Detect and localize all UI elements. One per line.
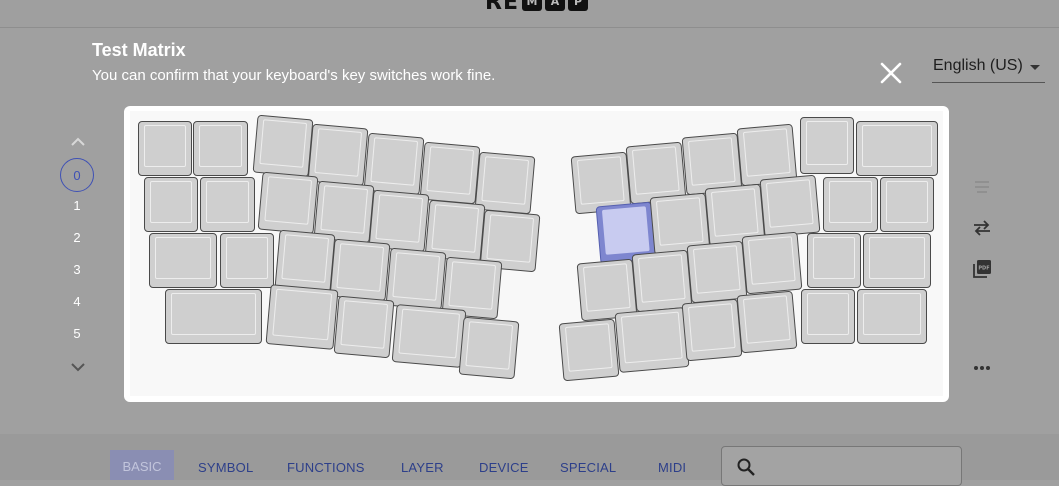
category-tab-basic[interactable]: BASIC — [110, 450, 174, 480]
swap-icon[interactable] — [972, 218, 992, 238]
key-right-r1c5[interactable] — [800, 117, 854, 174]
top-app-bar: RE M A P — [0, 0, 1059, 28]
layer-3-button[interactable]: 3 — [60, 253, 94, 287]
close-icon[interactable] — [876, 58, 906, 88]
key-left-r1c1[interactable] — [138, 121, 192, 176]
key-right-r3c6[interactable] — [863, 233, 931, 288]
key-left-r4c4[interactable] — [391, 304, 467, 368]
key-left-r3c4[interactable] — [329, 238, 391, 302]
keycode-search-field[interactable] — [721, 446, 962, 486]
more-icon[interactable] — [972, 358, 992, 378]
key-left-r3c5[interactable] — [385, 247, 447, 311]
pdf-icon[interactable]: PDF — [972, 259, 992, 279]
keycode-category-bar: BASIC SYMBOL FUNCTIONS LAYER DEVICE SPEC… — [0, 434, 1059, 486]
category-tab-device[interactable]: DEVICE — [479, 460, 529, 475]
key-left-r3c2[interactable] — [220, 233, 274, 288]
category-tab-special[interactable]: SPECIAL — [560, 460, 616, 475]
key-right-r4c5[interactable] — [801, 289, 855, 344]
logo-prefix: RE — [485, 0, 519, 15]
keyboard-panel — [124, 106, 949, 402]
caret-down-icon — [1030, 65, 1040, 70]
dialog-subtitle: You can confirm that your keyboard's key… — [92, 67, 496, 84]
language-select-value: English (US) — [933, 57, 1023, 74]
chevron-up-icon[interactable] — [68, 132, 88, 152]
chevron-down-icon[interactable] — [68, 357, 88, 377]
layer-1-button[interactable]: 1 — [60, 189, 94, 223]
key-right-r3c4[interactable] — [741, 231, 803, 295]
key-left-r4c3[interactable] — [333, 295, 395, 359]
category-tab-layer[interactable]: LAYER — [401, 460, 444, 475]
key-left-r4c1[interactable] — [165, 289, 262, 344]
layer-4-button[interactable]: 4 — [60, 285, 94, 319]
key-left-r1c3[interactable] — [252, 114, 314, 178]
key-left-r1c6[interactable] — [419, 141, 481, 205]
key-left-r1c2[interactable] — [193, 121, 248, 176]
category-tab-symbol[interactable]: SYMBOL — [198, 460, 253, 475]
key-right-r4c2[interactable] — [614, 307, 690, 373]
key-left-r3c1[interactable] — [149, 233, 217, 288]
key-right-r3c3[interactable] — [686, 240, 748, 304]
hamburger-icon[interactable] — [972, 177, 992, 197]
category-tab-functions[interactable]: FUNCTIONS — [287, 460, 365, 475]
dialog-title: Test Matrix — [92, 40, 186, 60]
key-left-r2c1[interactable] — [144, 177, 198, 232]
svg-text:PDF: PDF — [978, 266, 989, 272]
key-right-r3c5[interactable] — [807, 233, 861, 288]
layer-2-button[interactable]: 2 — [60, 221, 94, 255]
key-right-r4c1[interactable] — [558, 318, 620, 382]
search-icon — [737, 458, 755, 476]
keyboard-layout — [130, 111, 943, 396]
key-right-r2c5[interactable] — [823, 177, 878, 232]
layer-5-button[interactable]: 5 — [60, 317, 94, 351]
logo-box-m: M — [521, 0, 542, 11]
key-left-r4c2[interactable] — [265, 284, 339, 350]
key-left-r2c3[interactable] — [257, 171, 319, 235]
key-left-r4c5[interactable] — [458, 316, 520, 380]
key-right-r2c4[interactable] — [759, 174, 821, 238]
key-right-r4c4[interactable] — [736, 290, 798, 354]
key-right-r1c6[interactable] — [856, 121, 938, 176]
category-tab-midi[interactable]: MIDI — [658, 460, 686, 475]
key-right-r2c6[interactable] — [880, 177, 934, 232]
language-select[interactable]: English (US) — [932, 52, 1045, 83]
key-right-r4c6[interactable] — [857, 289, 927, 344]
key-right-r4c3[interactable] — [681, 298, 743, 362]
logo-box-a: A — [544, 0, 565, 11]
layer-0-button[interactable]: 0 — [60, 158, 94, 192]
key-left-r2c2[interactable] — [200, 177, 255, 232]
remap-logo: RE M A P — [485, 0, 588, 14]
key-left-r3c3[interactable] — [274, 229, 336, 293]
logo-box-p: P — [567, 0, 588, 11]
